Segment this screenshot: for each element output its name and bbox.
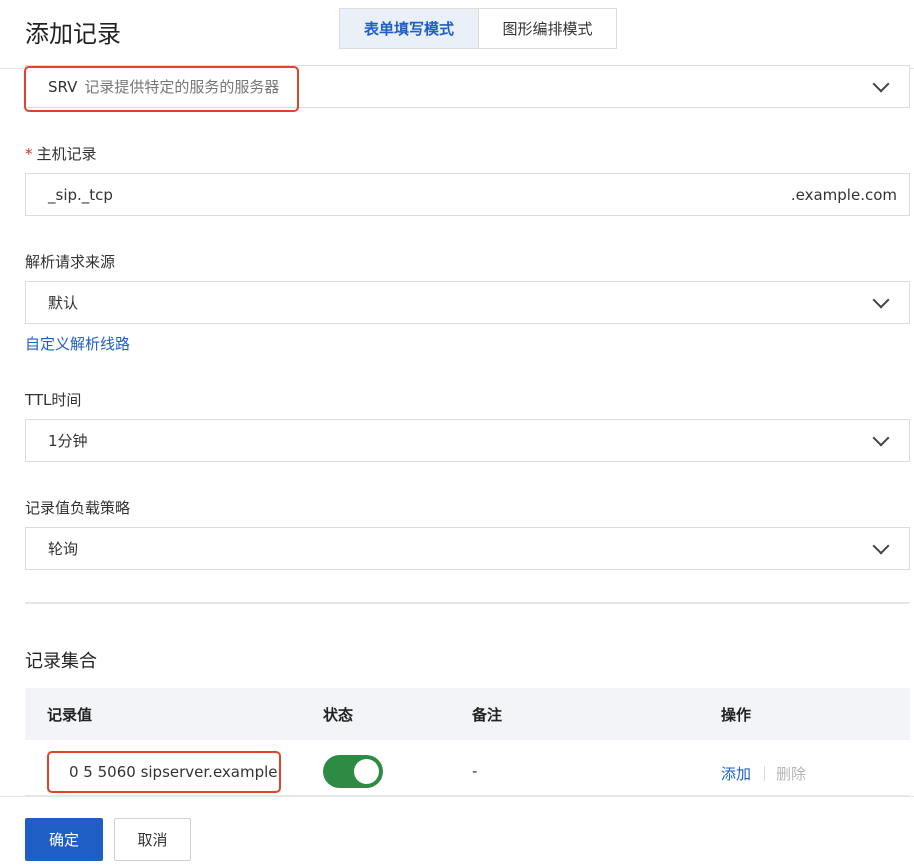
tab-form-mode[interactable]: 表单填写模式 (339, 8, 479, 49)
ttl-select[interactable]: 1分钟 (25, 419, 910, 462)
status-toggle[interactable] (323, 755, 383, 788)
record-set-title: 记录集合 (25, 651, 97, 672)
chevron-down-icon (872, 291, 890, 308)
resolution-source-select[interactable]: 默认 (25, 281, 910, 324)
ttl-label: TTL时间 (25, 391, 82, 409)
column-header-actions: 操作 (721, 706, 752, 724)
chevron-down-icon (872, 429, 890, 446)
column-header-value: 记录值 (47, 706, 93, 724)
add-row-link[interactable]: 添加 (721, 763, 751, 784)
resolution-source-label: 解析请求来源 (25, 253, 116, 271)
action-divider (764, 766, 765, 781)
load-strategy-value: 轮询 (48, 540, 79, 558)
required-mark: * (25, 145, 33, 163)
load-strategy-select[interactable]: 轮询 (25, 527, 910, 570)
section-divider (25, 602, 910, 604)
delete-row-link[interactable]: 删除 (776, 763, 806, 784)
ttl-value: 1分钟 (48, 432, 88, 450)
load-strategy-label: 记录值负载策略 (25, 499, 131, 517)
column-header-remark: 备注 (472, 706, 503, 724)
domain-suffix: .example.com (790, 185, 897, 204)
host-record-input[interactable]: _sip._tcp .example.com (25, 173, 910, 216)
record-value: 0 5 5060 sipserver.example.com (69, 763, 281, 781)
tab-graphic-mode[interactable]: 图形编排模式 (478, 8, 617, 49)
record-value-input[interactable]: 0 5 5060 sipserver.example.com (47, 751, 281, 793)
resolution-source-value: 默认 (48, 294, 79, 312)
confirm-button[interactable]: 确定 (25, 818, 103, 861)
cancel-button[interactable]: 取消 (114, 818, 191, 861)
highlight-record-type (24, 66, 299, 112)
chevron-down-icon (872, 537, 890, 554)
table-header: 记录值 状态 备注 操作 (25, 688, 910, 740)
toggle-knob (354, 759, 379, 784)
chevron-down-icon (872, 75, 890, 92)
column-header-status: 状态 (323, 706, 354, 724)
custom-line-link[interactable]: 自定义解析线路 (25, 333, 130, 354)
page-title: 添加记录 (25, 20, 121, 48)
host-record-value: _sip._tcp (48, 185, 113, 204)
remark-value: - (472, 762, 478, 780)
host-record-label: * 主机记录 (25, 145, 97, 163)
